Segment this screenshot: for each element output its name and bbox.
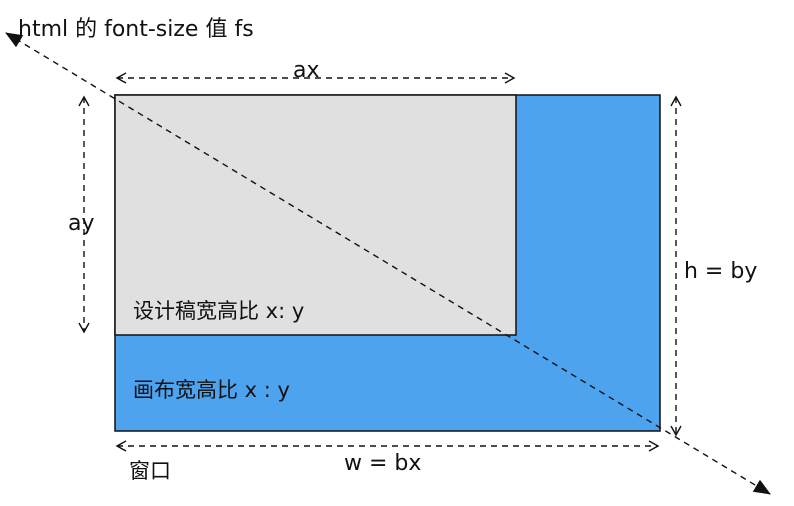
design-ratio-label: 设计稿宽高比 x: y: [133, 299, 304, 323]
ratio-diagram: html 的 font-size 值 fs ax ay 设计稿宽高比 x: y …: [5, 17, 771, 495]
height-label: h = by: [684, 259, 757, 284]
width-label: w = bx: [344, 451, 421, 476]
ax-label: ax: [293, 58, 320, 83]
diagonal-label: html 的 font-size 值 fs: [18, 17, 254, 42]
canvas-ratio-label: 画布宽高比 x : y: [133, 378, 290, 402]
window-label: 窗口: [129, 459, 171, 483]
ay-label: ay: [68, 211, 95, 236]
